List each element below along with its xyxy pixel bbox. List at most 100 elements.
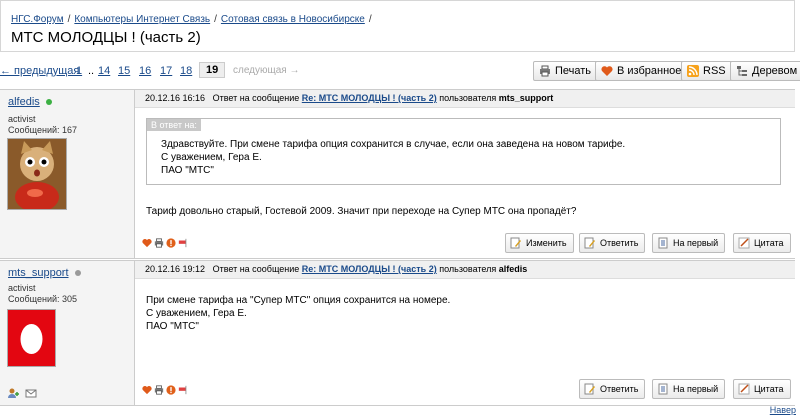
- post-author: alfedis: [8, 96, 52, 108]
- author-message-count: Сообщений: 167: [8, 125, 78, 135]
- print-label: Печать: [555, 65, 592, 77]
- prev-page-link[interactable]: ← предыдущая: [0, 65, 79, 77]
- post-body: При смене тарифа на "Супер МТС" опция со…: [146, 294, 450, 333]
- reply-user: mts_support: [498, 93, 554, 103]
- private-message-icon[interactable]: [25, 387, 37, 399]
- avatar[interactable]: [7, 309, 56, 367]
- page-ellipsis: ..: [88, 65, 95, 77]
- tree-icon: [737, 66, 747, 76]
- page-link-18[interactable]: 18: [180, 65, 192, 77]
- reply-topic-link[interactable]: Re: МТС МОЛОДЦЫ ! (часть 2): [302, 93, 437, 103]
- flag-icon[interactable]: [178, 238, 188, 248]
- to-first-label: На первый: [673, 238, 719, 248]
- post-action-icons: [142, 385, 188, 395]
- breadcrumb: НГС.Форум / Компьютеры Интернет Связь / Сото…: [11, 14, 372, 25]
- reply-button[interactable]: Ответить: [579, 233, 646, 253]
- quote-label: Цитата: [754, 238, 784, 248]
- to-first-label: На первый: [673, 384, 719, 394]
- heart-icon[interactable]: [142, 238, 152, 248]
- page-link-1[interactable]: 1: [76, 65, 82, 77]
- rss-icon: [687, 65, 699, 77]
- post-author: mts_support: [8, 267, 81, 279]
- next-page-link: следующая →: [233, 65, 300, 76]
- breadcrumb-link-category[interactable]: Компьютеры Интернет Связь: [74, 14, 210, 25]
- reply-button[interactable]: Ответить: [579, 379, 646, 399]
- forum-post: mts_support activist Сообщений: 305 20.1…: [0, 260, 795, 406]
- post-body-line: Тариф довольно старый, Гостевой 2009. Зн…: [146, 206, 577, 217]
- quote-line: С уважением, Гера Е.: [161, 152, 262, 163]
- post-header: 20.12.16 16:16 Ответ на сообщение Re: МТ…: [135, 90, 795, 108]
- flag-icon[interactable]: [178, 385, 188, 395]
- add-favorites-button[interactable]: В избранное: [595, 61, 689, 81]
- quote-label: В ответ на:: [147, 119, 201, 131]
- breadcrumb-link-forum[interactable]: НГС.Форум: [11, 14, 64, 25]
- breadcrumb-link-subforum[interactable]: Сотовая связь в Новосибирске: [221, 14, 365, 25]
- rss-button[interactable]: RSS: [681, 61, 733, 81]
- favorites-label: В избранное: [617, 65, 682, 77]
- page-header: НГС.Форум / Компьютеры Интернет Связь / Сото…: [0, 0, 795, 52]
- forum-post: alfedis activist Сообщений: 167 20.12.16…: [0, 89, 795, 259]
- to-first-button[interactable]: На первый: [652, 379, 726, 399]
- post-body: Тариф довольно старый, Гостевой 2009. Зн…: [146, 205, 576, 218]
- post-body-line: При смене тарифа на "Супер МТС" опция со…: [146, 295, 451, 306]
- reply-user-prefix: пользователя: [439, 264, 497, 274]
- quote-line: Здравствуйте. При смене тарифа опция сох…: [161, 139, 626, 150]
- post-body-line: С уважением, Гера Е.: [146, 308, 247, 319]
- author-message-count: Сообщений: 305: [8, 294, 78, 304]
- page-link-14[interactable]: 14: [98, 65, 110, 77]
- author-role: activist: [8, 283, 36, 293]
- reply-label: Ответить: [600, 384, 639, 394]
- author-link[interactable]: mts_support: [8, 267, 69, 279]
- reply-label: Ответить: [600, 238, 639, 248]
- cat-avatar-icon: [8, 139, 66, 209]
- post-date: 20.12.16 19:12: [145, 264, 206, 274]
- printer-icon[interactable]: [154, 385, 164, 395]
- reply-prefix: Ответ на сообщение: [212, 93, 300, 103]
- edit-button[interactable]: Изменить: [505, 233, 574, 253]
- add-friend-icon[interactable]: [8, 387, 20, 399]
- scroll-top-link[interactable]: Навер: [770, 405, 796, 415]
- heart-icon: [601, 66, 613, 76]
- quote-icon: [738, 237, 750, 249]
- quote-icon: [738, 383, 750, 395]
- print-button[interactable]: Печать: [533, 61, 599, 81]
- quote-button[interactable]: Цитата: [733, 233, 791, 253]
- reply-icon: [584, 237, 595, 249]
- current-page: 19: [199, 62, 226, 78]
- post-header: 20.12.16 19:12 Ответ на сообщение Re: МТ…: [135, 261, 795, 279]
- reply-user-prefix: пользователя: [439, 93, 497, 103]
- quote-block: В ответ на: Здравствуйте. При смене тари…: [146, 118, 781, 185]
- reply-topic-link[interactable]: Re: МТС МОЛОДЦЫ ! (часть 2): [302, 264, 437, 274]
- tree-view-label: Деревом: [752, 65, 798, 77]
- post-author-panel: alfedis activist Сообщений: 167: [0, 90, 135, 258]
- warning-icon[interactable]: [166, 238, 176, 248]
- tree-view-button[interactable]: Деревом: [730, 61, 800, 81]
- printer-icon: [540, 65, 550, 77]
- mts-egg-logo-icon: [20, 324, 43, 354]
- post-date: 20.12.16 16:16: [145, 93, 206, 103]
- printer-icon[interactable]: [154, 238, 164, 248]
- author-link[interactable]: alfedis: [8, 96, 40, 108]
- online-status-icon: [45, 99, 52, 106]
- to-first-button[interactable]: На первый: [652, 233, 726, 253]
- quote-button[interactable]: Цитата: [733, 379, 791, 399]
- page-link-15[interactable]: 15: [118, 65, 130, 77]
- reply-user: alfedis: [498, 264, 528, 274]
- edit-icon: [510, 237, 521, 249]
- quote-label: Цитата: [754, 384, 784, 394]
- quote-line: ПАО "МТС": [161, 165, 214, 176]
- heart-icon[interactable]: [142, 385, 152, 395]
- page-link-16[interactable]: 16: [139, 65, 151, 77]
- page-link-17[interactable]: 17: [160, 65, 172, 77]
- edit-label: Изменить: [526, 238, 567, 248]
- document-icon: [658, 237, 668, 249]
- offline-status-icon: [74, 270, 81, 277]
- post-author-panel: mts_support activist Сообщений: 305: [0, 261, 135, 405]
- quote-text: Здравствуйте. При смене тарифа опция сох…: [161, 138, 625, 177]
- warning-icon[interactable]: [166, 385, 176, 395]
- reply-icon: [584, 383, 595, 395]
- post-body-line: ПАО "МТС": [146, 321, 199, 332]
- document-icon: [658, 383, 668, 395]
- avatar[interactable]: [7, 138, 67, 210]
- post-action-icons: [142, 238, 188, 248]
